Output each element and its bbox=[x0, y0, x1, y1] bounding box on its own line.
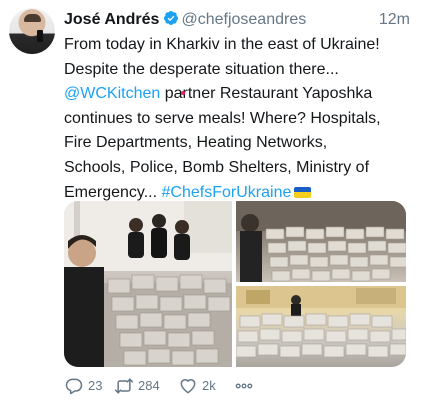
cursor-dot bbox=[181, 91, 185, 95]
retweet-count: 284 bbox=[138, 378, 160, 393]
avatar-phone bbox=[37, 30, 43, 42]
photo-meal-trays[interactable] bbox=[236, 286, 406, 367]
retweet-button[interactable]: 284 bbox=[114, 376, 160, 396]
reply-icon bbox=[65, 378, 83, 395]
mention-link[interactable]: @WCKitchen bbox=[64, 85, 160, 102]
author-name[interactable]: José Andrés bbox=[64, 11, 159, 28]
like-count: 2k bbox=[202, 378, 216, 393]
photo-kitchen-containers[interactable] bbox=[236, 201, 406, 282]
author-avatar[interactable] bbox=[9, 8, 55, 54]
hashtag-link[interactable]: #ChefsForUkraine bbox=[162, 184, 292, 201]
tweet-text-line: Fire Departments, Heating Networks, bbox=[64, 134, 328, 152]
reply-count: 23 bbox=[88, 378, 103, 393]
retweet-icon bbox=[114, 378, 134, 394]
photo-trays-illustration bbox=[236, 286, 406, 358]
author-handle[interactable]: @chefjoseandres bbox=[181, 11, 306, 28]
tweet-text-fragment: Emergency... bbox=[64, 183, 158, 201]
avatar-hair bbox=[24, 14, 41, 22]
more-button[interactable] bbox=[234, 376, 254, 396]
photo-kitchen-illustration bbox=[236, 201, 406, 282]
tweet-header: José Andrés @chefjoseandres 12m bbox=[64, 9, 414, 31]
tweet[interactable]: José Andrés @chefjoseandres 12m From tod… bbox=[0, 0, 425, 408]
reply-button[interactable]: 23 bbox=[64, 376, 102, 396]
tweet-text-line: continues to serve meals! Where? Hospita… bbox=[64, 109, 381, 127]
tweet-text-line: Despite the desperate situation there... bbox=[64, 60, 339, 78]
verified-badge-icon bbox=[164, 11, 179, 25]
media-grid bbox=[64, 201, 406, 367]
photo-volunteers-illustration bbox=[64, 201, 232, 367]
like-button[interactable]: 2k bbox=[178, 376, 216, 396]
tweet-text-line: @WCKitchen partner Restaurant Yaposhka bbox=[64, 82, 420, 107]
ukraine-flag-icon bbox=[294, 186, 312, 198]
more-icon bbox=[235, 383, 253, 389]
heart-icon bbox=[180, 379, 196, 394]
tweet-actions: 23 284 2k bbox=[64, 376, 404, 396]
tweet-text-fragment: partner Restaurant Yaposhka bbox=[164, 85, 373, 103]
tweet-text-line: Schools, Police, Bomb Shelters, Ministry… bbox=[64, 158, 370, 176]
tweet-text: From today in Kharkiv in the east of Ukr… bbox=[64, 33, 420, 205]
photo-volunteers-with-meals[interactable] bbox=[64, 201, 232, 367]
tweet-text-line: From today in Kharkiv in the east of Ukr… bbox=[64, 36, 380, 53]
tweet-timestamp[interactable]: 12m bbox=[379, 9, 410, 31]
